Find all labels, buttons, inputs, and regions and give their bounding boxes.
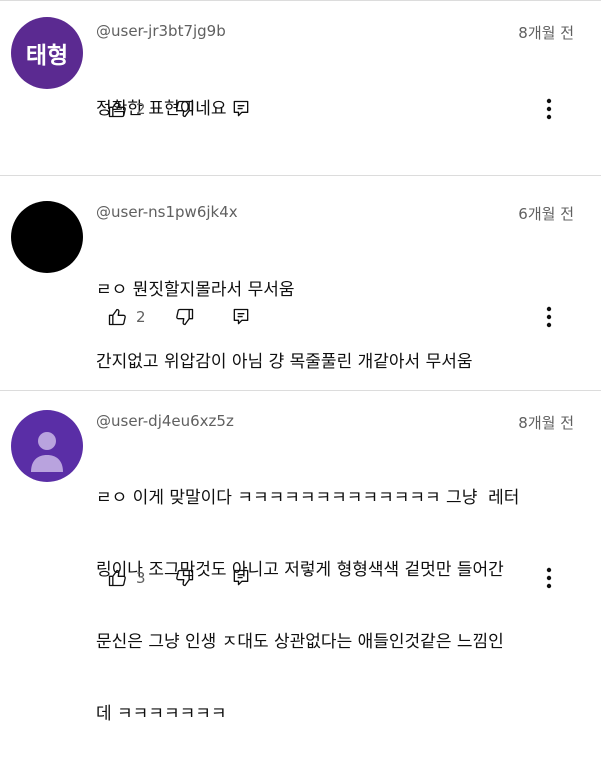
comment-line: ㄹㅇ 이게 맞말이다 ㅋㅋㅋㅋㅋㅋㅋㅋㅋㅋㅋㅋㅋ 그냥 레터: [96, 488, 520, 508]
comment-time[interactable]: 8개월 전: [518, 412, 574, 433]
dislike-icon[interactable]: [174, 98, 196, 120]
avatar[interactable]: [11, 410, 83, 482]
comment-item: @user-ns1pw6jk4x 6개월 전 ㄹㅇ 뭔짓할지몰라서 무서움 간지…: [0, 175, 601, 390]
avatar[interactable]: [11, 201, 83, 273]
default-user-icon: [31, 432, 63, 472]
reply-icon[interactable]: [230, 98, 252, 120]
comment-line: 데 ㅋㅋㅋㅋㅋㅋㅋ: [96, 704, 227, 724]
like-count: 2: [136, 100, 146, 118]
comment-author[interactable]: @user-dj4eu6xz5z: [96, 412, 234, 430]
like-icon[interactable]: [106, 98, 128, 120]
comment-author[interactable]: @user-ns1pw6jk4x: [96, 203, 238, 221]
comment-actions: 2: [106, 97, 252, 121]
comment-author[interactable]: @user-jr3bt7jg9b: [96, 22, 226, 40]
reply-icon[interactable]: [230, 567, 252, 589]
avatar[interactable]: 태형: [11, 17, 83, 89]
comment-actions: 3: [106, 566, 252, 590]
like-icon[interactable]: [106, 567, 128, 589]
reply-icon[interactable]: [230, 306, 252, 328]
like-count: 2: [136, 308, 146, 326]
comment-line: ㄹㅇ 뭔짓할지몰라서 무서움: [96, 280, 295, 300]
comment-time[interactable]: 8개월 전: [518, 22, 574, 43]
comment-item: 태형 @user-jr3bt7jg9b 8개월 전 정확한 표현이네요 2: [0, 0, 601, 175]
comment-line: 문신은 그냥 인생 ㅈ대도 상관없다는 애들인것같은 느낌인: [96, 632, 504, 652]
more-options-icon[interactable]: [539, 566, 559, 590]
comment-line: 간지없고 위압감이 아님 걍 목줄풀린 개같아서 무서움: [96, 352, 473, 372]
more-options-icon[interactable]: [539, 305, 559, 329]
like-icon[interactable]: [106, 306, 128, 328]
more-options-icon[interactable]: [539, 97, 559, 121]
comment-text: ㄹㅇ 이게 맞말이다 ㅋㅋㅋㅋㅋㅋㅋㅋㅋㅋㅋㅋㅋ 그냥 레터 링이나 조그만것도…: [96, 438, 586, 774]
dislike-icon[interactable]: [174, 306, 196, 328]
comment-actions: 2: [106, 305, 252, 329]
like-count: 3: [136, 569, 146, 587]
comment-item: @user-dj4eu6xz5z 8개월 전 ㄹㅇ 이게 맞말이다 ㅋㅋㅋㅋㅋㅋ…: [0, 390, 601, 724]
avatar-initials: 태형: [25, 43, 69, 69]
comment-time[interactable]: 6개월 전: [518, 203, 574, 224]
dislike-icon[interactable]: [174, 567, 196, 589]
